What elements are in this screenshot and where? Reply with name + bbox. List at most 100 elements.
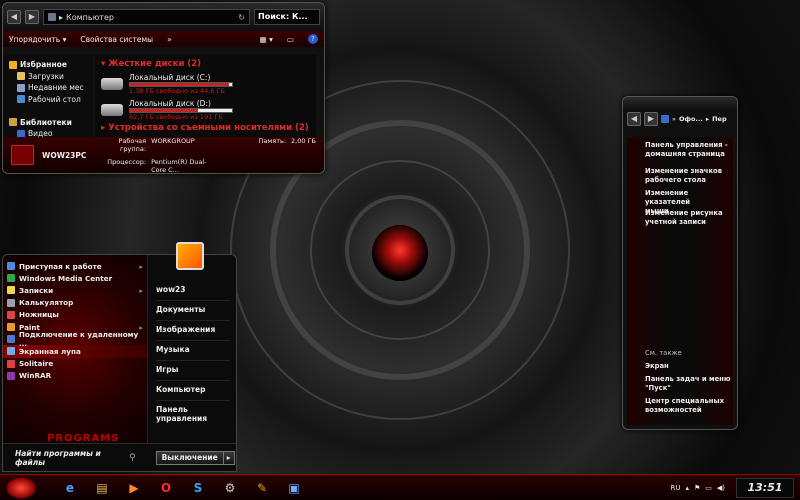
- back-icon[interactable]: ◀: [627, 112, 641, 126]
- program-label: Приступая к работе: [19, 261, 102, 271]
- program-label: Solitaire: [19, 359, 54, 369]
- drive-item[interactable]: Локальный диск (D:) 62,7 ГБ свободно из 1…: [101, 97, 310, 123]
- nav-item-label: Загрузки: [28, 71, 64, 81]
- recent-places-icon: [17, 83, 25, 92]
- start-place-item[interactable]: Изображения: [156, 325, 215, 334]
- command-bar: Упорядочить ▾ Свойства системы » ▦ ▾ ▭ ?: [3, 31, 324, 47]
- network-icon[interactable]: ▭: [705, 484, 712, 492]
- nav-item[interactable]: Рабочий стол: [3, 94, 93, 106]
- address-bar[interactable]: ▸ Компьютер ↻: [43, 9, 250, 25]
- workgroup-value: WORKGROUP: [151, 136, 195, 145]
- submenu-arrow-icon: ▸: [139, 285, 143, 295]
- drive-item[interactable]: Локальный диск (C:) 1,38 ГБ свободно из 4…: [101, 71, 310, 97]
- start-place-item[interactable]: Компьютер: [156, 385, 205, 394]
- breadcrumb-separator: »: [672, 115, 676, 123]
- language-indicator[interactable]: RU: [670, 484, 680, 492]
- cp-task-link[interactable]: Панель управления - домашняя страница: [645, 141, 728, 159]
- computer-icon: [11, 145, 35, 165]
- cp-crumb[interactable]: Офо...: [679, 115, 703, 123]
- drive-info: Локальный диск (C:) 1,38 ГБ свободно из 4…: [129, 73, 233, 95]
- skype-icon[interactable]: S: [186, 478, 210, 498]
- start-menu-places: wow23 Документы Изображения Музыка Игры Компь…: [147, 255, 236, 445]
- view-options-icon[interactable]: ▦ ▾: [260, 35, 273, 44]
- search-input[interactable]: Поиск: К...: [254, 9, 320, 25]
- pc-details: Рабочая группа: WORKGROUP Память: 2,00 Г…: [94, 137, 316, 174]
- program-item[interactable]: WinRAR: [3, 370, 147, 382]
- separator: [156, 400, 230, 401]
- media-player-icon[interactable]: ▶: [122, 478, 146, 498]
- volume-icon[interactable]: ◀): [717, 484, 725, 492]
- shutdown-options-icon[interactable]: ▸: [222, 451, 234, 464]
- program-item[interactable]: Калькулятор: [3, 297, 147, 309]
- magnifier-icon: [7, 347, 15, 356]
- program-label: Калькулятор: [19, 298, 74, 308]
- show-hidden-icons[interactable]: ▴: [685, 484, 689, 492]
- sticky-notes-icon: [7, 286, 15, 295]
- preview-pane-icon[interactable]: ▭: [287, 35, 294, 44]
- nav-item[interactable]: Недавние мес: [3, 82, 93, 94]
- program-item[interactable]: Подключение к удаленному ...: [3, 330, 147, 348]
- organize-button[interactable]: Упорядочить ▾: [9, 35, 66, 44]
- remote-desktop-icon[interactable]: ▣: [282, 478, 306, 498]
- see-also-label: См. также: [645, 349, 682, 357]
- internet-explorer-icon[interactable]: e: [58, 478, 82, 498]
- program-item[interactable]: Ножницы: [3, 309, 147, 321]
- clock[interactable]: 13:51: [736, 477, 794, 498]
- start-search-input[interactable]: Найти программы и файлы: [15, 449, 123, 467]
- explorer-window[interactable]: ◀ ▶ ▸ Компьютер ↻ Поиск: К... Упорядочит…: [2, 2, 325, 174]
- start-place-item[interactable]: Документы: [156, 305, 205, 314]
- removable-header[interactable]: ▸ Устройства со съемными носителями (2): [101, 123, 310, 135]
- see-also-link[interactable]: Панель задач и меню "Пуск": [645, 375, 730, 393]
- program-item[interactable]: Приступая к работе ▸: [3, 260, 147, 272]
- breadcrumb-separator: ▸: [705, 115, 710, 123]
- forward-icon[interactable]: ▶: [25, 10, 39, 24]
- start-button[interactable]: [6, 476, 36, 499]
- back-icon[interactable]: ◀: [7, 10, 21, 24]
- pc-name: WOW23PC: [42, 150, 87, 160]
- steam-icon[interactable]: ⚙: [218, 478, 242, 498]
- taskbar-apps: e ▤ ▶ O S ⚙ ✎ ▣: [54, 478, 310, 498]
- start-place-item[interactable]: Панель управления: [156, 405, 236, 423]
- shutdown-label[interactable]: Выключение: [156, 451, 223, 464]
- program-label: Windows Media Center: [19, 273, 113, 283]
- hard-drives-header[interactable]: ▾ Жесткие диски (2): [101, 59, 310, 71]
- downloads-folder-icon: [17, 72, 25, 81]
- program-item[interactable]: Windows Media Center: [3, 272, 147, 284]
- forward-icon[interactable]: ▶: [644, 112, 658, 126]
- see-also-link[interactable]: Центр специальных возможностей: [645, 397, 724, 415]
- control-panel-window[interactable]: ◀ ▶ » Офо... ▸ Пер Панель управления - д…: [622, 96, 738, 430]
- memory-label: Память:: [258, 136, 287, 145]
- getting-started-icon: [7, 262, 15, 271]
- refresh-icon[interactable]: ↻: [238, 13, 245, 22]
- explorer-folder-icon[interactable]: ▤: [90, 478, 114, 498]
- control-panel-icon: [661, 115, 669, 123]
- help-icon[interactable]: ?: [308, 34, 318, 44]
- winrar-icon: [7, 371, 15, 380]
- cp-task-link[interactable]: Изменение рисунка учетной записи: [645, 209, 723, 227]
- more-commands-button[interactable]: »: [167, 35, 172, 44]
- system-tray: RU ▴ ⚑ ▭ ◀) 13:51: [670, 477, 800, 498]
- cp-task-link[interactable]: Изменение значков рабочего стола: [645, 167, 722, 185]
- chevron-down-icon: ▾: [62, 34, 67, 44]
- cp-titlebar: [623, 97, 737, 111]
- opera-icon[interactable]: O: [154, 478, 178, 498]
- drive-free-space: 1,38 ГБ свободно из 44,6 ГБ: [129, 87, 225, 95]
- flag-icon[interactable]: ⚑: [694, 484, 700, 492]
- paint-icon[interactable]: ✎: [250, 478, 274, 498]
- shutdown-button[interactable]: Выключение ▸: [155, 450, 235, 465]
- nav-item[interactable]: Библиотеки: [3, 117, 93, 129]
- program-item[interactable]: Solitaire: [3, 358, 147, 370]
- user-avatar[interactable]: [176, 242, 204, 270]
- see-also-link[interactable]: Экран: [645, 362, 669, 371]
- nav-item[interactable]: Избранное: [3, 59, 93, 71]
- system-properties-button[interactable]: Свойства системы: [80, 35, 153, 44]
- start-place-item[interactable]: Игры: [156, 365, 178, 374]
- solitaire-icon: [7, 359, 15, 368]
- cp-crumb[interactable]: Пер: [712, 115, 727, 123]
- start-place-item[interactable]: wow23: [156, 285, 185, 294]
- calculator-icon: [7, 298, 15, 307]
- cpu-label: Процессор:: [107, 157, 147, 166]
- program-item[interactable]: Записки ▸: [3, 284, 147, 296]
- nav-item[interactable]: Загрузки: [3, 71, 93, 83]
- start-place-item[interactable]: Музыка: [156, 345, 190, 354]
